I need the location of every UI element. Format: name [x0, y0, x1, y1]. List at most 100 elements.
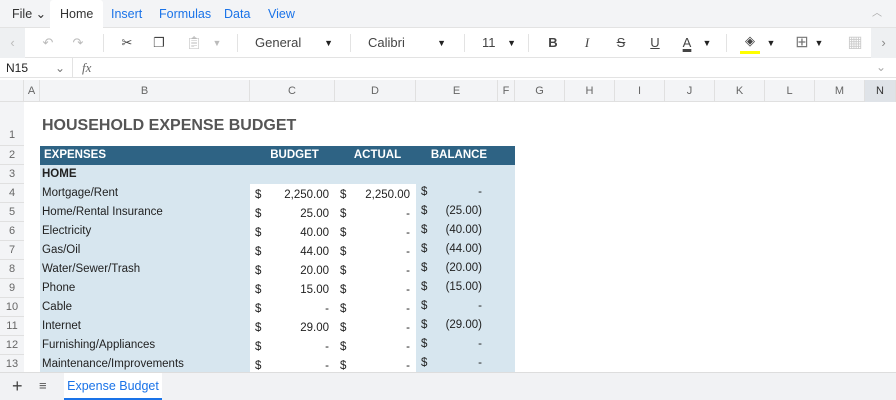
row-header[interactable]: 5	[0, 203, 24, 222]
row-header[interactable]: 12	[0, 336, 24, 355]
paste-icon[interactable]: 📋︎	[184, 28, 204, 58]
column-header[interactable]: D	[335, 80, 416, 102]
number-format-select[interactable]: General ▼	[255, 28, 335, 58]
redo-icon[interactable]: ↷	[68, 28, 88, 58]
tab-data[interactable]: Data	[214, 0, 260, 28]
row-header[interactable]: 4	[0, 184, 24, 203]
font-size-select[interactable]: 11 ▼	[482, 28, 518, 58]
balance-value[interactable]: -	[416, 335, 482, 354]
actual-value[interactable]: -	[335, 224, 410, 243]
undo-icon[interactable]: ↶	[38, 28, 58, 58]
formula-input[interactable]	[104, 60, 864, 76]
expense-name[interactable]: Electricity	[42, 222, 91, 241]
sheet-list-icon[interactable]: ≡	[39, 378, 47, 393]
column-header[interactable]: M	[815, 80, 865, 102]
chevron-down-icon[interactable]: ⌄	[55, 60, 65, 76]
budget-value[interactable]: 44.00	[250, 243, 329, 262]
scroll-right-icon[interactable]: ›	[871, 28, 896, 58]
strikethrough-button[interactable]: S	[611, 28, 631, 58]
expense-name[interactable]: Water/Sewer/Trash	[42, 260, 140, 279]
column-header[interactable]: J	[665, 80, 715, 102]
balance-value[interactable]: -	[416, 297, 482, 316]
column-header[interactable]: I	[615, 80, 665, 102]
row-header[interactable]: 6	[0, 222, 24, 241]
name-box[interactable]: N15	[6, 60, 28, 76]
expense-name[interactable]: Internet	[42, 317, 81, 336]
actual-value[interactable]: 2,250.00	[335, 186, 410, 205]
merge-cells-icon[interactable]: ▦	[845, 28, 865, 58]
row-header[interactable]: 9	[0, 279, 24, 298]
column-header[interactable]: A	[24, 80, 40, 102]
column-header[interactable]: B	[40, 80, 250, 102]
column-header[interactable]: K	[715, 80, 765, 102]
tab-insert[interactable]: Insert	[101, 0, 152, 28]
borders-icon[interactable]: ⊞	[792, 28, 812, 58]
balance-value[interactable]: (44.00)	[416, 240, 482, 259]
actual-value[interactable]: -	[335, 300, 410, 319]
expense-name[interactable]: Home/Rental Insurance	[42, 203, 163, 222]
fill-color-icon[interactable]: ◈	[740, 32, 760, 54]
underline-button[interactable]: U	[645, 28, 665, 58]
budget-value[interactable]: 15.00	[250, 281, 329, 300]
add-sheet-icon[interactable]: +	[12, 376, 23, 397]
file-menu[interactable]: File ⌄	[2, 0, 56, 28]
scroll-left-icon[interactable]: ‹	[0, 28, 25, 58]
column-header[interactable]: L	[765, 80, 815, 102]
row-header[interactable]: 11	[0, 317, 24, 336]
actual-value[interactable]: -	[335, 205, 410, 224]
column-header[interactable]: N	[865, 80, 896, 102]
column-header[interactable]: H	[565, 80, 615, 102]
balance-value[interactable]: (40.00)	[416, 221, 482, 240]
select-all-corner[interactable]	[0, 80, 24, 102]
balance-value[interactable]: (25.00)	[416, 202, 482, 221]
budget-value[interactable]: 29.00	[250, 319, 329, 338]
balance-value[interactable]: (20.00)	[416, 259, 482, 278]
row-header[interactable]: 7	[0, 241, 24, 260]
fill-color-dropdown-icon[interactable]: ▼	[764, 28, 778, 58]
tab-home[interactable]: Home	[50, 0, 104, 28]
tab-formulas[interactable]: Formulas	[149, 0, 221, 28]
budget-value[interactable]: 2,250.00	[250, 186, 329, 205]
balance-value[interactable]: -	[416, 354, 482, 373]
row-header[interactable]: 8	[0, 260, 24, 279]
expense-name[interactable]: Cable	[42, 298, 72, 317]
actual-value[interactable]: -	[335, 281, 410, 300]
copy-icon[interactable]: ❐	[149, 28, 169, 58]
balance-value[interactable]: (15.00)	[416, 278, 482, 297]
expense-name[interactable]: Phone	[42, 279, 75, 298]
actual-value[interactable]: -	[335, 338, 410, 357]
budget-value[interactable]: -	[250, 338, 329, 357]
column-header[interactable]: E	[416, 80, 498, 102]
tab-view[interactable]: View	[258, 0, 305, 28]
paste-dropdown-icon[interactable]: ▼	[210, 28, 224, 58]
row-header[interactable]: 3	[0, 165, 24, 184]
cut-icon[interactable]: ✂	[117, 28, 137, 58]
actual-value[interactable]: -	[335, 262, 410, 281]
column-header[interactable]: G	[515, 80, 565, 102]
grid[interactable]: 1 2 3 4 5 6 7 8 9 10 11 12 13 HOUSEHOLD EXPENSE BUDGE…	[0, 102, 896, 375]
expense-name[interactable]: Gas/Oil	[42, 241, 80, 260]
balance-value[interactable]: (29.00)	[416, 316, 482, 335]
row-header[interactable]: 10	[0, 298, 24, 317]
font-color-dropdown-icon[interactable]: ▼	[700, 28, 714, 58]
expense-name[interactable]: Furnishing/Appliances	[42, 336, 155, 355]
font-color-button[interactable]: A	[677, 28, 697, 58]
balance-value[interactable]: -	[416, 183, 482, 202]
expense-name[interactable]: Mortgage/Rent	[42, 184, 118, 203]
budget-value[interactable]: -	[250, 300, 329, 319]
actual-value[interactable]: -	[335, 319, 410, 338]
borders-dropdown-icon[interactable]: ▼	[812, 28, 826, 58]
budget-value[interactable]: 40.00	[250, 224, 329, 243]
sheet-tab-expense-budget[interactable]: Expense Budget	[64, 373, 162, 400]
row-header[interactable]: 2	[0, 146, 24, 165]
font-select[interactable]: Calibri ▼	[368, 28, 448, 58]
row-header[interactable]: 1	[0, 102, 24, 146]
collapse-ribbon-icon[interactable]: ︿	[862, 0, 892, 28]
column-header[interactable]: C	[250, 80, 335, 102]
actual-value[interactable]: -	[335, 243, 410, 262]
italic-button[interactable]: I	[577, 28, 597, 58]
budget-value[interactable]: 25.00	[250, 205, 329, 224]
bold-button[interactable]: B	[543, 28, 563, 58]
budget-value[interactable]: 20.00	[250, 262, 329, 281]
expand-formula-icon[interactable]: ⌄	[876, 60, 886, 74]
